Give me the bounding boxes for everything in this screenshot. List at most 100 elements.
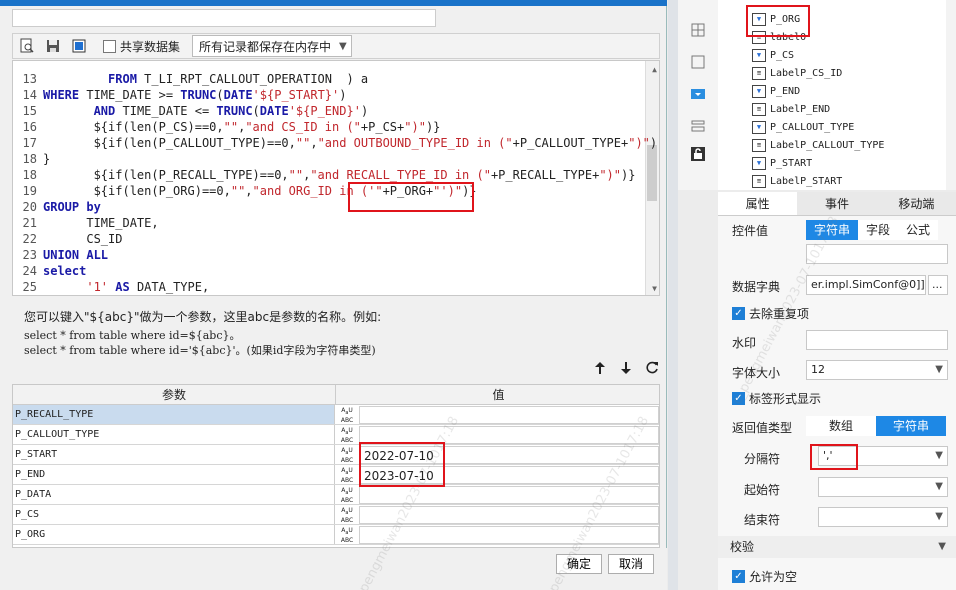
control-value-input[interactable] bbox=[806, 244, 948, 264]
frame-widget-icon[interactable] bbox=[688, 52, 708, 72]
dropdown-widget-icon[interactable] bbox=[688, 84, 708, 104]
param-row[interactable]: P_DATA AaU ABC bbox=[13, 485, 659, 505]
label-display-box[interactable] bbox=[732, 392, 745, 405]
tree-item[interactable]: ▼ P_CS bbox=[752, 46, 794, 64]
allow-empty-box[interactable] bbox=[732, 570, 745, 583]
font-size-select[interactable]: 12 ▼ bbox=[806, 360, 948, 380]
editor-scrollbar[interactable]: ▲ ▼ bbox=[645, 61, 659, 295]
validation-section[interactable]: 校验 ▼ bbox=[718, 536, 956, 558]
param-value-input[interactable] bbox=[359, 506, 659, 524]
line-number: 18 bbox=[22, 168, 37, 182]
tab-properties[interactable]: 属性 bbox=[718, 192, 798, 215]
dict-more-button[interactable]: ... bbox=[928, 275, 948, 295]
dict-input[interactable]: er.impl.SimConf@0]] bbox=[806, 275, 926, 295]
line-number: 20 bbox=[22, 200, 37, 214]
param-name: P_CS bbox=[13, 505, 335, 524]
type-selector-icon[interactable]: AaU ABC bbox=[336, 485, 358, 504]
share-dataset-box[interactable] bbox=[103, 39, 116, 53]
return-type-string[interactable]: 字符串 bbox=[876, 416, 946, 436]
tree-item-label: LabelP_CALLOUT_TYPE bbox=[770, 139, 885, 151]
line-code: ${if(len(P_RECALL_TYPE)==0,"","and RECAL… bbox=[43, 168, 636, 182]
end-char-label: 结束符 bbox=[744, 513, 781, 527]
preview-icon[interactable] bbox=[17, 36, 37, 56]
move-up-icon[interactable] bbox=[592, 360, 608, 376]
control-value-string[interactable]: 字符串 bbox=[806, 220, 859, 240]
watermark-input[interactable] bbox=[806, 330, 948, 350]
sql-editor[interactable]: ▲ ▼ 13 FROM T_LI_RPT_CALLOUT_OPERATION )… bbox=[12, 60, 660, 296]
param-value-input[interactable] bbox=[359, 526, 659, 544]
type-selector-icon[interactable]: AaU ABC bbox=[336, 405, 358, 424]
param-name: P_END bbox=[13, 465, 335, 484]
scroll-up-arrow-icon[interactable]: ▲ bbox=[652, 65, 657, 74]
param-value-input[interactable] bbox=[359, 406, 659, 424]
tab-mobile[interactable]: 移动端 bbox=[877, 192, 956, 215]
tree-item-label: P_END bbox=[770, 85, 801, 97]
label-widget-icon: ≡ bbox=[752, 174, 766, 188]
field-widget-icon: ▼ bbox=[752, 156, 766, 170]
tab-events[interactable]: 事件 bbox=[797, 192, 876, 215]
control-value-field[interactable]: 字段 bbox=[858, 220, 899, 240]
type-selector-icon[interactable]: AaU ABC bbox=[336, 445, 358, 464]
tree-item[interactable]: ≡ LabelP_START bbox=[752, 172, 842, 190]
editor-scroll-thumb[interactable] bbox=[647, 145, 657, 201]
param-row[interactable]: P_RECALL_TYPE AaU ABC bbox=[13, 405, 659, 425]
line-number: 19 bbox=[22, 184, 37, 198]
end-char-select[interactable]: ▼ bbox=[818, 507, 948, 527]
tree-item[interactable]: ▼ P_END bbox=[752, 82, 800, 100]
param-row[interactable]: P_CALLOUT_TYPE AaU ABC bbox=[13, 425, 659, 445]
scroll-down-arrow-icon[interactable]: ▼ bbox=[652, 284, 657, 293]
type-selector-icon[interactable]: AaU ABC bbox=[336, 465, 358, 484]
label-widget-icon: ≡ bbox=[752, 138, 766, 152]
label-display-label: 标签形式显示 bbox=[749, 392, 822, 406]
line-number: 22 bbox=[22, 232, 37, 246]
tree-item-label: P_CS bbox=[770, 49, 795, 61]
chevron-down-icon: ▼ bbox=[935, 364, 943, 375]
label-display-checkbox[interactable]: 标签形式显示 bbox=[732, 390, 821, 407]
storage-mode-value: 所有记录都保存在内存中 bbox=[199, 39, 332, 54]
start-char-select[interactable]: ▼ bbox=[818, 477, 948, 497]
type-selector-icon[interactable]: AaU ABC bbox=[336, 525, 358, 544]
help-line-2: select * from table where id=${abc}。 bbox=[24, 329, 241, 342]
dedupe-checkbox[interactable]: 去除重复项 bbox=[732, 305, 809, 322]
cancel-button[interactable]: 取消 bbox=[608, 554, 655, 574]
unlock-icon[interactable] bbox=[688, 144, 708, 164]
property-tabs: 属性 事件 移动端 bbox=[718, 192, 956, 216]
line-code: CS_ID bbox=[43, 232, 123, 246]
line-code: UNION ALL bbox=[43, 248, 109, 262]
param-value-input[interactable] bbox=[359, 486, 659, 504]
layout-widget-icon[interactable] bbox=[688, 116, 708, 136]
tree-item[interactable]: ≡ LabelP_CALLOUT_TYPE bbox=[752, 136, 884, 154]
tree-item[interactable]: ≡ LabelP_CS_ID bbox=[752, 64, 842, 82]
dataset-name-input[interactable] bbox=[12, 9, 436, 27]
save-icon[interactable] bbox=[43, 36, 63, 56]
move-down-icon[interactable] bbox=[618, 360, 634, 376]
return-type-array[interactable]: 数组 bbox=[806, 416, 876, 436]
dedupe-box[interactable] bbox=[732, 307, 745, 320]
highlight-separator bbox=[810, 444, 858, 470]
tree-item[interactable]: ▼ P_CALLOUT_TYPE bbox=[752, 118, 854, 136]
param-row[interactable]: P_ORG AaU ABC bbox=[13, 525, 659, 545]
storage-mode-select[interactable]: 所有记录都保存在内存中 ▼ bbox=[192, 35, 352, 57]
param-row[interactable]: P_START AaU ABC 2022-07-10 bbox=[13, 445, 659, 465]
return-type-label: 返回值类型 bbox=[732, 421, 793, 435]
share-dataset-checkbox[interactable]: 共享数据集 bbox=[103, 38, 180, 55]
param-row[interactable]: P_END AaU ABC 2023-07-10 bbox=[13, 465, 659, 485]
title-bar bbox=[0, 0, 667, 6]
divider bbox=[668, 0, 678, 590]
tree-scrollbar[interactable] bbox=[946, 0, 956, 190]
refresh-params-icon[interactable] bbox=[644, 360, 660, 376]
ok-button[interactable]: 确定 bbox=[556, 554, 603, 574]
control-value-formula[interactable]: 公式 bbox=[898, 220, 939, 240]
tree-item[interactable]: ▼ P_START bbox=[752, 154, 812, 172]
type-selector-icon[interactable]: AaU ABC bbox=[336, 425, 358, 444]
param-row[interactable]: P_CS AaU ABC bbox=[13, 505, 659, 525]
allow-empty-checkbox[interactable]: 允许为空 bbox=[732, 568, 797, 585]
param-column-header: 参数 bbox=[13, 385, 336, 405]
refresh-data-icon[interactable] bbox=[69, 36, 89, 56]
type-selector-icon[interactable]: AaU ABC bbox=[336, 505, 358, 524]
line-code: GROUP by bbox=[43, 200, 101, 214]
dedupe-label: 去除重复项 bbox=[749, 307, 810, 321]
grid-widget-icon[interactable] bbox=[688, 20, 708, 40]
tree-item[interactable]: ≡ LabelP_END bbox=[752, 100, 830, 118]
line-number: 17 bbox=[22, 136, 37, 150]
